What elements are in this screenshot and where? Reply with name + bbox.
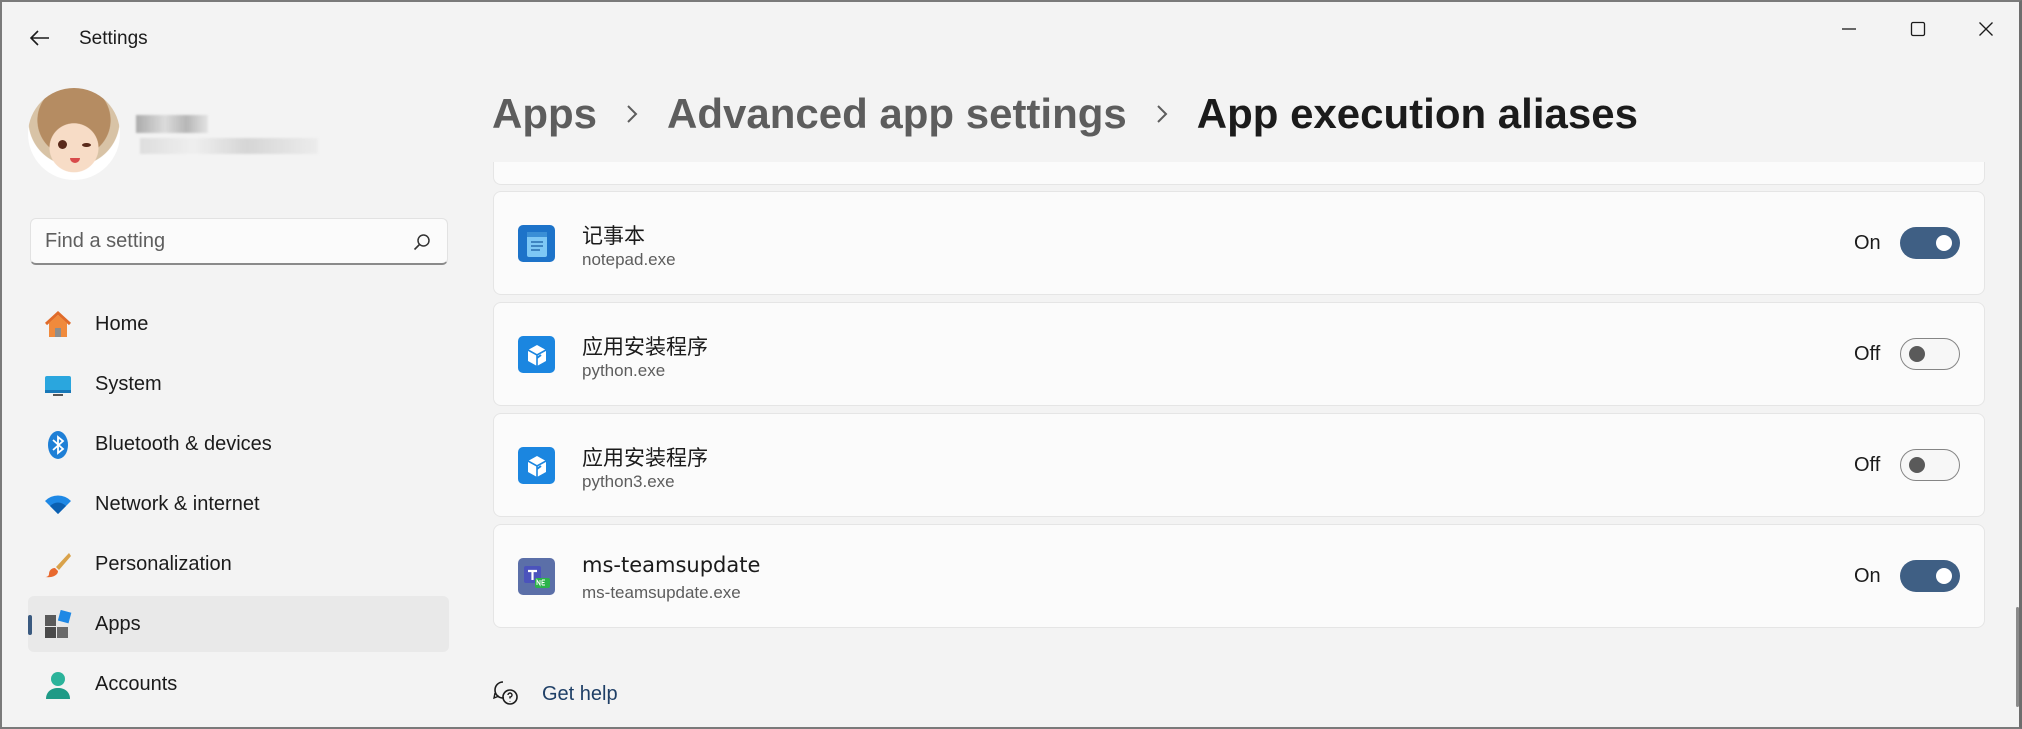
help-chat-icon [492,679,520,707]
maximize-button[interactable] [1888,8,1948,50]
alias-toggle[interactable] [1900,227,1960,259]
chevron-right-icon [1152,104,1172,124]
sidebar-item-bluetooth[interactable]: Bluetooth & devices [28,416,449,472]
toggle-knob [1909,346,1925,362]
app-installer-icon [518,447,555,484]
sidebar-item-personalization[interactable]: Personalization [28,536,449,592]
breadcrumb: Apps Advanced app settings App execution… [492,90,1638,138]
alias-app-name: 应用安装程序 [582,335,708,359]
alias-toggle[interactable] [1900,338,1960,370]
close-button[interactable] [1956,8,2016,50]
get-help-link[interactable]: Get help [492,679,618,707]
toggle-state-label: On [1854,565,1881,587]
sidebar-item-system[interactable]: System [28,356,449,412]
breadcrumb-advanced-app-settings[interactable]: Advanced app settings [667,90,1127,138]
wifi-icon [43,490,73,520]
sidebar-item-label: Accounts [95,672,178,695]
sidebar-item-network[interactable]: Network & internet [28,476,449,532]
search-icon[interactable] [413,233,431,251]
brush-icon [43,550,73,580]
avatar-mouth [70,158,80,163]
alias-app-name: ms-teamsupdate [582,553,761,577]
scrollbar-thumb[interactable] [2016,607,2019,707]
sidebar-nav: Home System Bluetooth & devices Network … [28,296,449,716]
back-arrow-icon [30,30,49,46]
sidebar-item-label: System [95,372,162,395]
alias-toggle[interactable] [1900,449,1960,481]
alias-card: 记事本 notepad.exe On [493,191,1985,295]
alias-app-name: 应用安装程序 [582,446,708,470]
alias-toggle[interactable] [1900,560,1960,592]
page-title: App execution aliases [1196,90,1638,137]
toggle-state-label: On [1854,232,1881,254]
alias-exe-name: python3.exe [582,472,675,491]
profile-name-redacted [136,115,208,133]
sidebar-item-label: Home [95,312,149,335]
avatar-eye [82,143,91,147]
apps-icon [43,610,73,640]
back-button[interactable] [22,20,58,56]
alias-exe-name: ms-teamsupdate.exe [582,583,741,602]
toggle-knob [1936,568,1952,584]
teams-icon [518,558,555,595]
monitor-icon [43,370,73,400]
search-box[interactable] [30,218,448,265]
alias-card: 应用安装程序 python3.exe Off [493,413,1985,517]
sidebar-item-label: Apps [95,612,141,635]
avatar-eye [58,140,67,149]
minimize-icon [1842,28,1856,30]
toggle-knob [1936,235,1952,251]
bluetooth-icon [43,430,73,460]
avatar [28,88,120,180]
toggle-state-label: Off [1854,454,1881,476]
toggle-state-label: Off [1854,343,1881,365]
alias-card: 应用安装程序 python.exe Off [493,302,1985,406]
notepad-icon [518,225,555,262]
home-icon [43,310,73,340]
sidebar-item-label: Network & internet [95,492,260,515]
title-bar: Settings [2,2,2019,76]
sidebar-item-label: Bluetooth & devices [95,432,272,455]
close-icon [1979,22,1993,36]
sidebar-item-apps[interactable]: Apps [28,596,449,652]
profile-email-redacted [140,138,318,154]
app-installer-icon [518,336,555,373]
chevron-right-icon [622,104,642,124]
alias-app-name: 记事本 [582,224,645,248]
toggle-knob [1909,457,1925,473]
alias-card: ms-teamsupdate ms-teamsupdate.exe On [493,524,1985,628]
search-input[interactable] [45,219,405,263]
window-title: Settings [79,28,148,49]
sidebar-item-accounts[interactable]: Accounts [28,656,449,712]
alias-exe-name: python.exe [582,361,666,380]
get-help-label[interactable]: Get help [542,683,618,706]
breadcrumb-apps[interactable]: Apps [492,90,597,138]
maximize-icon [1910,21,1926,37]
sidebar-item-label: Personalization [95,552,232,575]
person-icon [43,670,73,700]
settings-window: Settings Find a setting Home System Blue… [0,0,2022,729]
minimize-button[interactable] [1819,8,1879,50]
alias-exe-name: notepad.exe [582,250,676,269]
alias-card-partial [493,162,1985,185]
sidebar-item-home[interactable]: Home [28,296,449,352]
